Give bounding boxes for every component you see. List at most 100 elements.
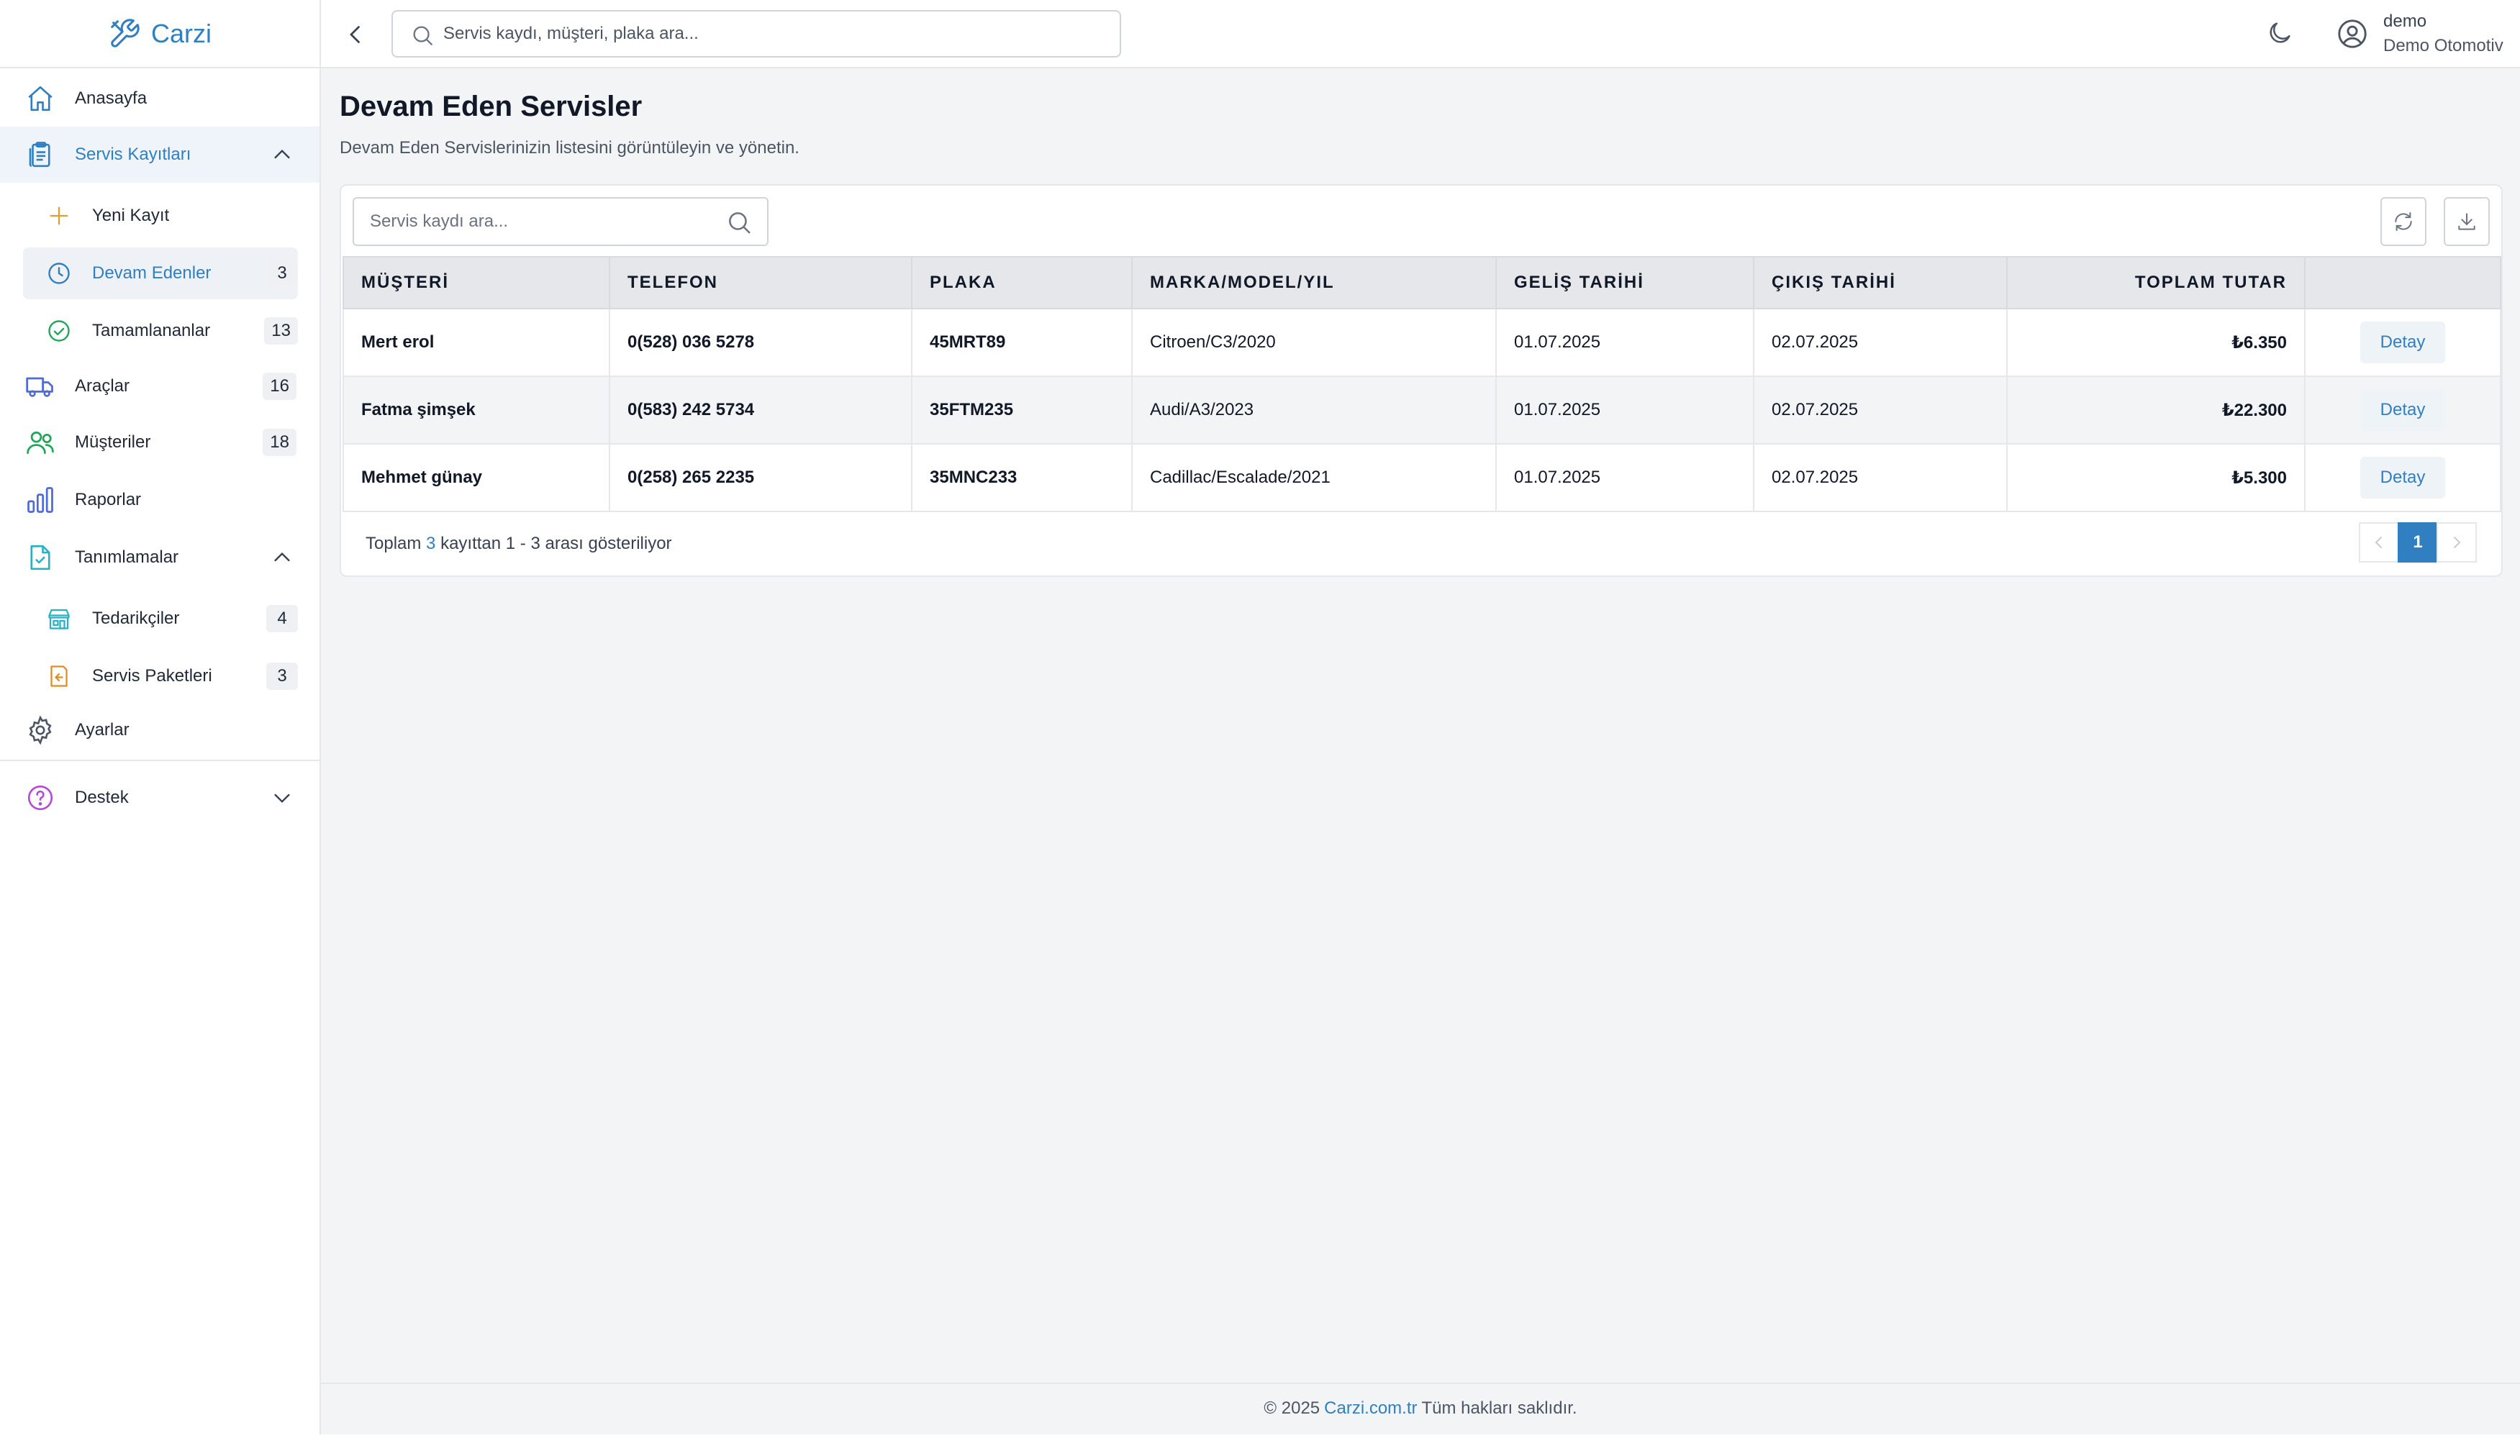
table-row[interactable]: Fatma şimşek 0(583) 242 5734 35FTM235 Au… (343, 376, 2501, 445)
pagination-suffix: kayıttan 1 - 3 arası gösteriliyor (440, 534, 672, 553)
global-search[interactable] (391, 10, 1121, 58)
cell-plate: 35MNC233 (911, 443, 1133, 512)
tools-logo-icon (111, 18, 140, 47)
gear-icon (24, 714, 56, 746)
sidebar-item-tedarikciler[interactable]: Tedarikçiler 4 (23, 593, 298, 645)
chevron-up-icon[interactable] (271, 143, 294, 166)
footer-divider (321, 1383, 2520, 1384)
sidebar-item-servis-paketleri[interactable]: Servis Paketleri 3 (23, 650, 298, 702)
sidebar-item-araclar[interactable]: Araçlar 16 (0, 358, 319, 414)
sidebar-item-label: Tanımlamalar (75, 547, 179, 567)
cell-actions: Detay (2304, 443, 2501, 512)
cell-phone: 0(583) 242 5734 (609, 376, 912, 445)
global-search-input[interactable] (443, 12, 1105, 56)
table-row[interactable]: Mehmet günay 0(258) 265 2235 35MNC233 Ca… (343, 443, 2501, 512)
pagination-count: 3 (426, 534, 436, 553)
sidebar-item-servis-kayitlari[interactable]: Servis Kayıtları (0, 127, 319, 183)
cell-out-date: 02.07.2025 (1753, 376, 2008, 445)
column-header[interactable]: MÜŞTERİ (343, 256, 610, 309)
prev-page-button[interactable] (2359, 522, 2399, 563)
next-page-button[interactable] (2437, 522, 2477, 563)
cell-out-date: 02.07.2025 (1753, 443, 2008, 512)
footer-link[interactable]: Carzi.com.tr (1324, 1398, 1417, 1419)
app-name: Carzi (150, 18, 212, 48)
cell-phone: 0(528) 036 5278 (609, 308, 912, 377)
cell-actions: Detay (2304, 308, 2501, 377)
sidebar-item-label: Devam Edenler (92, 263, 212, 283)
sidebar-item-anasayfa[interactable]: Anasayfa (0, 70, 319, 127)
cell-in-date: 01.07.2025 (1495, 376, 1754, 445)
footer-copyright: © 2025 (1264, 1398, 1320, 1418)
cell-in-date: 01.07.2025 (1495, 308, 1754, 377)
column-header[interactable]: TELEFON (609, 256, 912, 309)
sidebar-divider (0, 760, 319, 761)
download-button[interactable] (2444, 197, 2490, 246)
column-header[interactable]: MARKA/MODEL/YIL (1131, 256, 1497, 309)
chevron-up-icon[interactable] (271, 546, 294, 569)
table-row[interactable]: Mert erol 0(528) 036 5278 45MRT89 Citroe… (343, 308, 2501, 377)
plus-icon (45, 201, 73, 230)
cell-total: ₺5.300 (2006, 443, 2306, 512)
count-badge: 13 (264, 317, 298, 345)
truck-icon (24, 370, 56, 402)
detail-button[interactable]: Detay (2360, 457, 2445, 499)
sidebar-item-label: Ayarlar (75, 720, 130, 740)
count-badge: 3 (266, 260, 298, 287)
sidebar-item-label: Servis Kayıtları (75, 145, 191, 164)
download-icon (2458, 213, 2475, 230)
chevron-left-icon[interactable] (343, 22, 368, 47)
detail-button[interactable]: Detay (2360, 322, 2445, 363)
chevron-left-icon (2375, 537, 2382, 548)
sidebar-item-musteriler[interactable]: Müşteriler 18 (0, 414, 319, 470)
table-header-row: MÜŞTERİ TELEFON PLAKA MARKA/MODEL/YIL GE… (343, 256, 2501, 309)
sidebar: Carzi Anasayfa Servis Kayıtları Yeni Kay… (0, 0, 321, 1434)
logo[interactable]: Carzi (0, 0, 319, 68)
user-name[interactable]: demo (2383, 12, 2426, 32)
sidebar-item-label: Servis Paketleri (92, 666, 212, 686)
cell-vehicle: Cadillac/Escalade/2021 (1131, 443, 1497, 512)
cell-customer: Mert erol (343, 308, 610, 377)
table-search[interactable] (353, 197, 769, 246)
clipboard-icon (24, 139, 56, 170)
user-company: Demo Otomotiv (2383, 36, 2503, 55)
cell-vehicle: Citroen/C3/2020 (1131, 308, 1497, 377)
column-header[interactable]: GELİŞ TARİHİ (1495, 256, 1754, 309)
cell-in-date: 01.07.2025 (1495, 443, 1754, 512)
store-icon (45, 604, 73, 633)
column-header-actions (2304, 256, 2501, 309)
topbar: demo Demo Otomotiv (321, 0, 2520, 68)
sidebar-item-raporlar[interactable]: Raporlar (0, 472, 319, 528)
sidebar-item-label: Yeni Kayıt (92, 206, 170, 225)
bar-chart-icon (24, 484, 56, 516)
chevron-down-icon[interactable] (271, 786, 294, 809)
column-header[interactable]: PLAKA (911, 256, 1133, 309)
column-header[interactable]: ÇIKIŞ TARİHİ (1753, 256, 2008, 309)
chevron-right-icon (2454, 537, 2461, 548)
count-badge: 18 (263, 429, 296, 456)
pagination-info: Toplam 3 kayıttan 1 - 3 arası gösteriliy… (366, 534, 672, 554)
sidebar-item-label: Müşteriler (75, 432, 151, 452)
sidebar-item-destek[interactable]: Destek (0, 770, 319, 826)
sidebar-item-tanimlamalar[interactable]: Tanımlamalar (0, 529, 319, 586)
pagination-prefix: Toplam (366, 534, 422, 553)
cell-vehicle: Audi/A3/2023 (1131, 376, 1497, 445)
sidebar-item-devam-edenler[interactable]: Devam Edenler 3 (23, 247, 298, 299)
count-badge: 4 (266, 605, 298, 632)
sidebar-item-yeni-kayit[interactable]: Yeni Kayıt (23, 190, 298, 242)
user-circle-icon[interactable] (2336, 17, 2369, 50)
sidebar-item-tamamlananlar[interactable]: Tamamlananlar 13 (23, 305, 298, 357)
page-title: Devam Eden Servisler (340, 91, 643, 122)
detail-button[interactable]: Detay (2360, 389, 2445, 431)
sidebar-item-label: Destek (75, 788, 129, 807)
home-icon (24, 83, 56, 114)
search-icon (729, 212, 751, 234)
sidebar-item-ayarlar[interactable]: Ayarlar (0, 702, 319, 758)
sidebar-item-label: Araçlar (75, 376, 130, 396)
page-button-current[interactable]: 1 (2398, 522, 2438, 563)
refresh-button[interactable] (2380, 197, 2426, 246)
search-icon (413, 26, 432, 45)
moon-icon[interactable] (2265, 19, 2294, 47)
column-header[interactable]: TOPLAM TUTAR (2006, 256, 2306, 309)
table-search-input[interactable] (370, 199, 715, 245)
cell-plate: 35FTM235 (911, 376, 1133, 445)
